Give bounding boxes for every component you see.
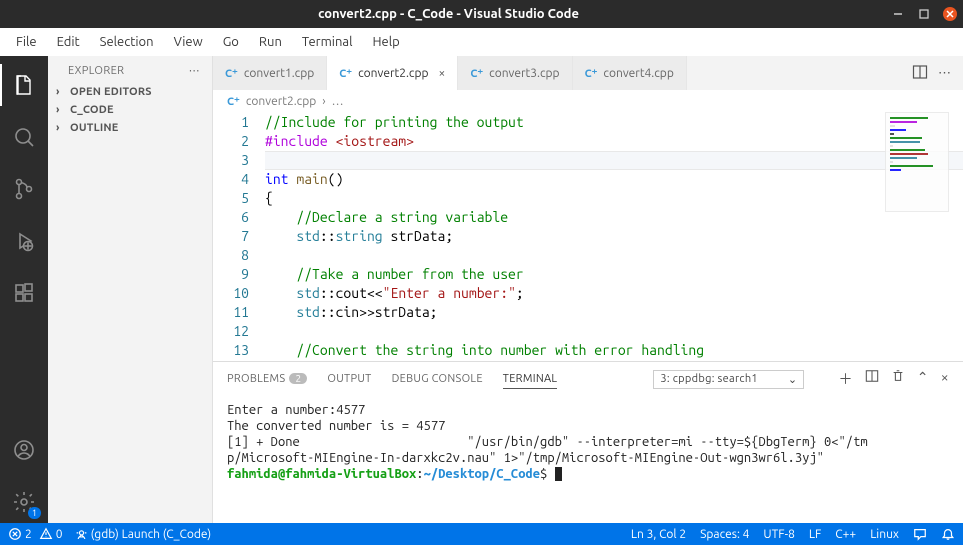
terminal[interactable]: Enter a number:4577The converted number … (213, 396, 963, 523)
chevron-right-icon: › (322, 95, 325, 108)
split-terminal-icon[interactable] (865, 369, 879, 389)
tab-convert4[interactable]: C⁺ convert4.cpp (573, 56, 687, 90)
activity-account[interactable] (0, 429, 48, 471)
settings-badge: 1 (28, 507, 41, 519)
panel-tab-debug[interactable]: DEBUG CONSOLE (392, 370, 483, 388)
cpp-icon: C⁺ (227, 95, 240, 108)
cpp-icon: C⁺ (585, 67, 598, 80)
window-title: convert2.cpp - C_Code - Visual Studio Co… (6, 7, 891, 21)
line-gutter: 1234567891011121314 (213, 112, 265, 361)
close-button[interactable] (943, 7, 957, 21)
activity-explorer[interactable] (0, 64, 48, 106)
launch-label: (gdb) Launch (C_Code) (91, 528, 212, 541)
menubar: File Edit Selection View Go Run Terminal… (0, 28, 963, 56)
menu-file[interactable]: File (8, 32, 45, 52)
new-terminal-icon[interactable]: ＋ (838, 369, 852, 389)
menu-run[interactable]: Run (251, 32, 290, 52)
terminal-selector-label: 3: cppdbg: search1 (660, 373, 758, 385)
activity-extensions[interactable] (0, 272, 48, 314)
window-controls (891, 7, 957, 21)
breadcrumb-file: convert2.cpp (246, 95, 316, 108)
panel-tab-problems[interactable]: PROBLEMS 2 (227, 370, 307, 388)
status-errors[interactable]: 2 0 (8, 527, 63, 541)
activity-scm[interactable] (0, 168, 48, 210)
activitybar: 1 (0, 56, 48, 523)
errors-count: 2 (25, 528, 32, 541)
tab-convert2[interactable]: C⁺ convert2.cpp × (327, 56, 458, 90)
tab-convert1[interactable]: C⁺ convert1.cpp (213, 56, 327, 90)
terminal-selector[interactable]: 3: cppdbg: search1 ⌄ (653, 370, 804, 389)
sidebar: EXPLORER ⋯ ›OPEN EDITORS ›C_CODE ›OUTLIN… (48, 56, 213, 523)
panel-tab-output[interactable]: OUTPUT (327, 370, 371, 388)
menu-view[interactable]: View (166, 32, 211, 52)
close-panel-icon[interactable]: × (941, 369, 949, 389)
activity-search[interactable] (0, 116, 48, 158)
tab-label: convert3.cpp (489, 67, 559, 80)
tab-convert3[interactable]: C⁺ convert3.cpp (458, 56, 572, 90)
menu-selection[interactable]: Selection (92, 32, 162, 52)
tab-label: convert2.cpp (358, 67, 428, 80)
editor-area: C⁺ convert1.cpp C⁺ convert2.cpp × C⁺ convert… (213, 56, 963, 523)
code-editor[interactable]: 1234567891011121314 //Include for printi… (213, 112, 963, 361)
status-lang[interactable]: C++ (835, 528, 856, 541)
maximize-button[interactable] (917, 7, 931, 21)
panel: PROBLEMS2 OUTPUT DEBUG CONSOLE TERMINAL … (213, 361, 963, 523)
status-os[interactable]: Linux (870, 528, 899, 541)
split-editor-icon[interactable] (912, 64, 928, 83)
activity-debug[interactable] (0, 220, 48, 262)
menu-edit[interactable]: Edit (49, 32, 88, 52)
tree-open-editors[interactable]: ›OPEN EDITORS (48, 83, 212, 101)
panel-tab-terminal[interactable]: TERMINAL (503, 370, 558, 389)
tab-label: convert1.cpp (244, 67, 314, 80)
cpp-icon: C⁺ (225, 67, 238, 80)
status-eol[interactable]: LF (809, 528, 821, 541)
warnings-count: 0 (56, 528, 63, 541)
problems-count: 2 (289, 373, 307, 384)
trash-icon[interactable] (891, 369, 905, 389)
status-launch[interactable]: (gdb) Launch (C_Code) (75, 528, 212, 541)
menu-go[interactable]: Go (215, 32, 247, 52)
menu-terminal[interactable]: Terminal (294, 32, 361, 52)
status-ln-col[interactable]: Ln 3, Col 2 (631, 528, 686, 541)
breadcrumb[interactable]: C⁺ convert2.cpp › … (213, 90, 963, 112)
breadcrumb-more: … (332, 95, 344, 108)
sidebar-title: EXPLORER (68, 65, 124, 77)
minimap[interactable] (885, 112, 949, 212)
outline-label: OUTLINE (70, 122, 118, 134)
cpp-icon: C⁺ (470, 67, 483, 80)
tab-label: convert4.cpp (603, 67, 673, 80)
titlebar: convert2.cpp - C_Code - Visual Studio Co… (0, 0, 963, 28)
tabbar: C⁺ convert1.cpp C⁺ convert2.cpp × C⁺ convert… (213, 56, 963, 90)
editor-more-icon[interactable]: ⋯ (938, 66, 951, 81)
minimize-button[interactable] (891, 7, 905, 21)
close-icon[interactable]: × (439, 67, 446, 80)
tree-outline[interactable]: ›OUTLINE (48, 119, 212, 137)
chevron-down-icon: ⌄ (788, 373, 798, 386)
feedback-icon[interactable] (913, 527, 927, 541)
folder-label: C_CODE (70, 104, 114, 116)
status-spaces[interactable]: Spaces: 4 (700, 528, 749, 541)
bell-icon[interactable] (941, 527, 955, 541)
tree-folder[interactable]: ›C_CODE (48, 101, 212, 119)
statusbar: 2 0 (gdb) Launch (C_Code) Ln 3, Col 2 Sp… (0, 523, 963, 545)
chevron-up-icon[interactable]: ⌃ (917, 369, 929, 389)
sidebar-more-icon[interactable]: ⋯ (189, 64, 200, 77)
code-lines[interactable]: //Include for printing the output#includ… (265, 112, 963, 361)
open-editors-label: OPEN EDITORS (70, 86, 152, 98)
activity-settings[interactable]: 1 (0, 481, 48, 523)
status-encoding[interactable]: UTF-8 (763, 528, 794, 541)
panel-tabs: PROBLEMS2 OUTPUT DEBUG CONSOLE TERMINAL … (213, 362, 963, 396)
cpp-icon: C⁺ (339, 67, 352, 80)
problems-label: PROBLEMS (227, 373, 285, 385)
menu-help[interactable]: Help (364, 32, 407, 52)
